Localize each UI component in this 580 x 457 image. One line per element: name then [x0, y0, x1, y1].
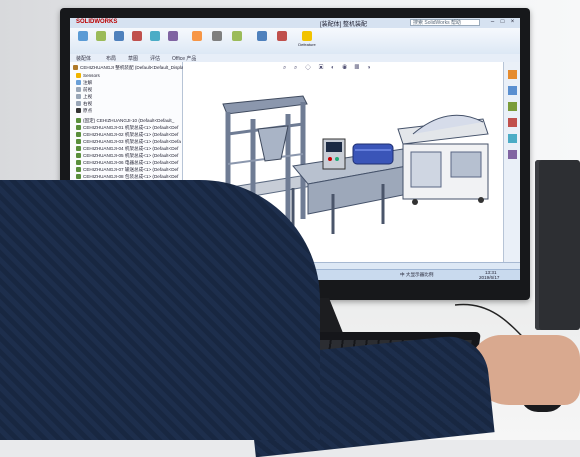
- reference-geometry-icon: [212, 31, 222, 41]
- tree-item[interactable]: CEHIZHUANGJI-05 机架总成<1> (Default<Def: [76, 152, 178, 159]
- minimize-button[interactable]: –: [488, 19, 497, 26]
- task-pane[interactable]: [503, 62, 520, 262]
- assembly-features-icon: [192, 31, 202, 41]
- insert-component-button[interactable]: [76, 31, 90, 51]
- tree-item[interactable]: CEHIZHUANGJI-06 电器总成<1> (Default<Def: [76, 159, 178, 166]
- task-pane-icons: [508, 70, 517, 159]
- plane-icon: [76, 87, 81, 92]
- plane-icon: [76, 101, 81, 106]
- tree-item[interactable]: 前视: [76, 86, 92, 93]
- person-shoulder: [0, 180, 320, 440]
- tab-evaluate[interactable]: 评估: [150, 55, 160, 62]
- tab-office-products[interactable]: Office 产品: [172, 55, 196, 62]
- tree-item[interactable]: Sensors: [76, 72, 100, 79]
- tab-assembly[interactable]: 装配体: [76, 55, 91, 62]
- app-logo: SOLIDWORKS: [76, 19, 118, 25]
- smart-fasteners-button[interactable]: [130, 31, 144, 51]
- command-manager-ribbon: Defeature: [70, 28, 520, 55]
- component-icon: [76, 139, 81, 144]
- mate-button[interactable]: [94, 31, 108, 51]
- tree-item[interactable]: CEHIZHUANGJI-03 机架总成<1> (Default<Defa: [76, 138, 181, 145]
- component-icon: [76, 160, 81, 165]
- show-hidden-button[interactable]: [166, 31, 180, 51]
- document-title: [装配体] 整机装配: [320, 22, 368, 28]
- heads-up-view-toolbar[interactable]: ⌕ ⌕ ◇ ▣ ◐ ◉ ▦ ◑: [283, 65, 374, 72]
- fastener-icon: [132, 31, 142, 41]
- annotation-icon: [76, 80, 81, 85]
- tree-item[interactable]: 右视: [76, 100, 92, 107]
- origin-icon: [76, 108, 81, 113]
- component-icon: [76, 118, 81, 123]
- tree-item[interactable]: 原点: [76, 107, 92, 114]
- tab-layout[interactable]: 布局: [106, 55, 116, 62]
- tree-item[interactable]: CEHIZHUANGJI-01 机架总成<1> (Default<Def: [76, 124, 178, 131]
- linear-pattern-button[interactable]: [112, 31, 126, 51]
- component-icon: [76, 153, 81, 158]
- move-icon: [150, 31, 160, 41]
- close-button[interactable]: ×: [508, 19, 517, 26]
- mate-icon: [96, 31, 106, 41]
- tree-item[interactable]: 注解: [76, 79, 92, 86]
- show-hidden-icon: [168, 31, 178, 41]
- component-icon: [76, 125, 81, 130]
- help-search-input[interactable]: 搜索 SolidWorks 帮助: [410, 19, 480, 26]
- reference-geometry-button[interactable]: [210, 31, 224, 51]
- component-icon: [76, 146, 81, 151]
- insert-component-icon: [78, 31, 88, 41]
- tab-sketch[interactable]: 草图: [128, 55, 138, 62]
- exploded-view-icon: [277, 31, 287, 41]
- tree-item[interactable]: CEHIZHUANGJI-08 包装总成<1> (Default<Def: [76, 173, 178, 180]
- clock-date: 2019/6/17: [479, 275, 500, 280]
- component-icon: [76, 174, 81, 179]
- bill-of-materials-button[interactable]: [255, 31, 269, 51]
- assembly-icon: [73, 65, 78, 70]
- tree-root[interactable]: CEHIZHUANGJI 整机装配 (Default<Default_Displ…: [73, 64, 194, 71]
- new-motion-study-button[interactable]: [230, 31, 244, 51]
- pattern-icon: [114, 31, 124, 41]
- move-component-button[interactable]: [148, 31, 162, 51]
- exploded-view-button[interactable]: [275, 31, 289, 51]
- assembly-features-button[interactable]: [190, 31, 204, 51]
- tray-text: 中 大显示器比例: [400, 272, 434, 277]
- tree-item[interactable]: 上视: [76, 93, 92, 100]
- tree-item[interactable]: (固定) CEHIZHUANGJI-10 (Default<Default_: [76, 117, 174, 124]
- tree-item[interactable]: CEHIZHUANGJI-07 输送总成<1> (Default<Def: [76, 166, 178, 173]
- tree-item[interactable]: CEHIZHUANGJI-02 机架总成<1> (Default<Def: [76, 131, 178, 138]
- bom-icon: [257, 31, 267, 41]
- motion-study-icon: [232, 31, 242, 41]
- maximize-button[interactable]: □: [498, 19, 507, 26]
- defeature-button[interactable]: Defeature: [295, 31, 319, 51]
- component-icon: [76, 167, 81, 172]
- component-icon: [76, 132, 81, 137]
- tree-item[interactable]: CEHIZHUANGJI-04 机架总成<1> (Default<Def: [76, 145, 178, 152]
- defeature-icon: [302, 31, 312, 41]
- sensor-icon: [76, 73, 81, 78]
- plane-icon: [76, 94, 81, 99]
